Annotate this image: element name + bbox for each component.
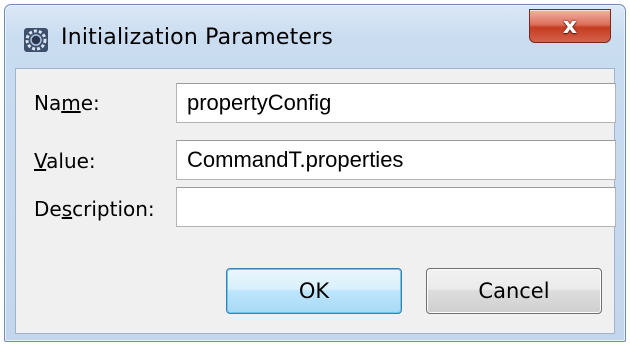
close-icon: x <box>562 13 578 39</box>
description-field[interactable] <box>176 187 616 227</box>
name-field[interactable]: propertyConfig <box>176 83 616 123</box>
dialog-window: Initialization Parameters x Name: proper… <box>4 4 626 342</box>
app-gear-icon <box>24 28 48 52</box>
close-button[interactable]: x <box>529 9 611 43</box>
ok-button[interactable]: OK <box>226 268 402 314</box>
value-field[interactable]: CommandT.properties <box>176 140 616 180</box>
window-title: Initialization Parameters <box>61 25 334 50</box>
name-label: Name: <box>34 91 100 115</box>
value-label: Value: <box>34 149 96 173</box>
title-bar[interactable]: Initialization Parameters x <box>5 5 625 67</box>
dialog-content: Name: propertyConfig Value: CommandT.pro… <box>15 68 616 334</box>
cancel-button[interactable]: Cancel <box>426 268 602 314</box>
description-label: Description: <box>34 197 155 221</box>
